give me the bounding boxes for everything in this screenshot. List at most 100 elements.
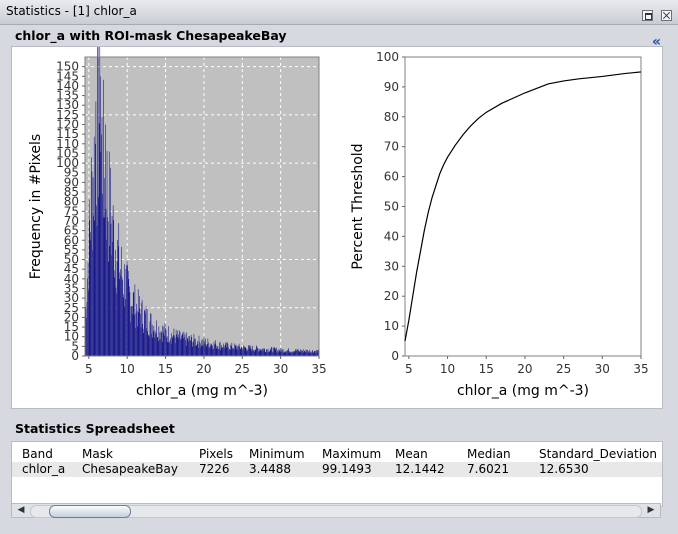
histogram-bar (263, 348, 265, 356)
histogram-bar (149, 321, 151, 356)
scroll-left-arrow-icon[interactable]: ◀ (14, 504, 28, 517)
histogram-bar (122, 294, 124, 356)
histogram-bar (169, 340, 171, 356)
histogram-bar (141, 302, 142, 356)
histogram-bar (205, 346, 207, 356)
histogram-bar (109, 246, 111, 356)
histogram-bar (301, 350, 302, 356)
histogram-bar (245, 347, 247, 356)
histogram-bar (242, 348, 244, 356)
col-header-maximum: Maximum (322, 447, 382, 461)
histogram-bar (204, 341, 205, 356)
histogram-bar (117, 246, 119, 356)
scrollbar-track[interactable] (30, 505, 642, 518)
histogram-bar (202, 339, 204, 356)
histogram-bar (257, 348, 259, 356)
cdf-ytick-label: 20 (384, 289, 399, 303)
histogram-bar (102, 193, 103, 356)
histogram-bar (317, 350, 318, 356)
histogram-bar (237, 346, 238, 356)
charts-panel: 0 5 10 15 20 25 30 35 40 45 50 55 60 65 70 75 80 85 90 95 10… (11, 46, 663, 409)
histogram-bar (147, 330, 148, 356)
histogram-bar (88, 199, 90, 356)
histogram-bar (287, 350, 289, 356)
scrollbar-thumb[interactable] (49, 505, 131, 518)
histogram-bar (277, 351, 278, 356)
histogram-bar (181, 335, 182, 356)
histogram-bar (87, 278, 88, 356)
restore-icon[interactable] (641, 10, 653, 21)
histogram-bar (119, 272, 121, 356)
histogram-bar (102, 217, 104, 356)
histogram-bar (161, 332, 162, 356)
histogram-bar (99, 47, 101, 357)
histogram-bar (168, 326, 169, 356)
histogram-bar (137, 326, 138, 356)
histogram-bar (224, 348, 225, 356)
histogram-bar (223, 343, 224, 356)
cdf-ytick-label: 50 (384, 200, 399, 214)
close-icon[interactable] (661, 10, 672, 21)
histogram-bar (221, 347, 223, 356)
window-buttons (639, 6, 672, 25)
statistics-spreadsheet: Band Mask Pixels Minimum Maximum Mean Me… (11, 441, 663, 507)
histogram-bar (114, 270, 116, 356)
cell-band: chlor_a (22, 462, 66, 476)
histogram-bar (182, 332, 184, 356)
histogram-bar (234, 346, 236, 356)
histogram-bar (155, 334, 156, 356)
horizontal-scrollbar[interactable]: ◀ ▶ (11, 503, 661, 518)
histogram-bar (142, 323, 143, 356)
histogram-bar (303, 350, 305, 356)
histogram-bar (283, 351, 285, 356)
histogram-bar (136, 303, 137, 356)
histogram-xtick-label: 30 (273, 362, 288, 376)
histogram-bar (220, 344, 222, 356)
histogram-bar (282, 349, 284, 356)
histogram-bar (296, 348, 298, 356)
histogram-bar (136, 310, 138, 356)
col-header-pixels: Pixels (199, 447, 234, 461)
histogram-bar (249, 348, 251, 356)
histogram-bar (261, 350, 262, 356)
histogram-bar (196, 340, 198, 356)
histogram-bar (103, 177, 105, 356)
histogram-bar (98, 197, 99, 356)
histogram-bar (252, 349, 254, 356)
histogram-bar (268, 351, 269, 356)
histogram-bar (173, 334, 174, 356)
histogram-bar (286, 351, 287, 356)
histogram-bar (174, 335, 175, 356)
histogram-bar (229, 349, 231, 356)
histogram-bar (227, 343, 229, 356)
histogram-bar (140, 313, 141, 356)
histogram-bar (243, 345, 244, 356)
histogram-bar (238, 345, 239, 356)
histogram-bar (207, 338, 209, 356)
histogram-bar (144, 310, 146, 356)
histogram-bar (225, 342, 227, 356)
histogram-ylabel: Frequency in #Pixels (28, 134, 44, 279)
histogram-bar (189, 335, 190, 356)
histogram-bar (91, 157, 92, 356)
histogram-bar (200, 343, 201, 356)
histogram-bar (234, 343, 235, 356)
histogram-bar (193, 334, 195, 356)
scroll-right-arrow-icon[interactable]: ▶ (644, 504, 658, 517)
histogram-bar (197, 343, 199, 356)
table-row[interactable]: chlor_a ChesapeakeBay 7226 3.4488 99.149… (12, 462, 662, 477)
histogram-bar (306, 349, 307, 356)
histogram-bar (118, 278, 120, 356)
histogram-bar (297, 351, 299, 356)
histogram-bar (284, 352, 286, 356)
histogram-bar (139, 296, 140, 356)
histogram-bar (258, 349, 260, 356)
histogram-bar (288, 352, 290, 356)
histogram-bar (85, 306, 87, 356)
histogram-bar (208, 348, 210, 356)
histogram-bar (219, 342, 220, 356)
histogram-bar (191, 346, 193, 356)
histogram-bar (125, 298, 126, 356)
histogram-bar (290, 352, 291, 356)
histogram-bar (251, 351, 253, 356)
